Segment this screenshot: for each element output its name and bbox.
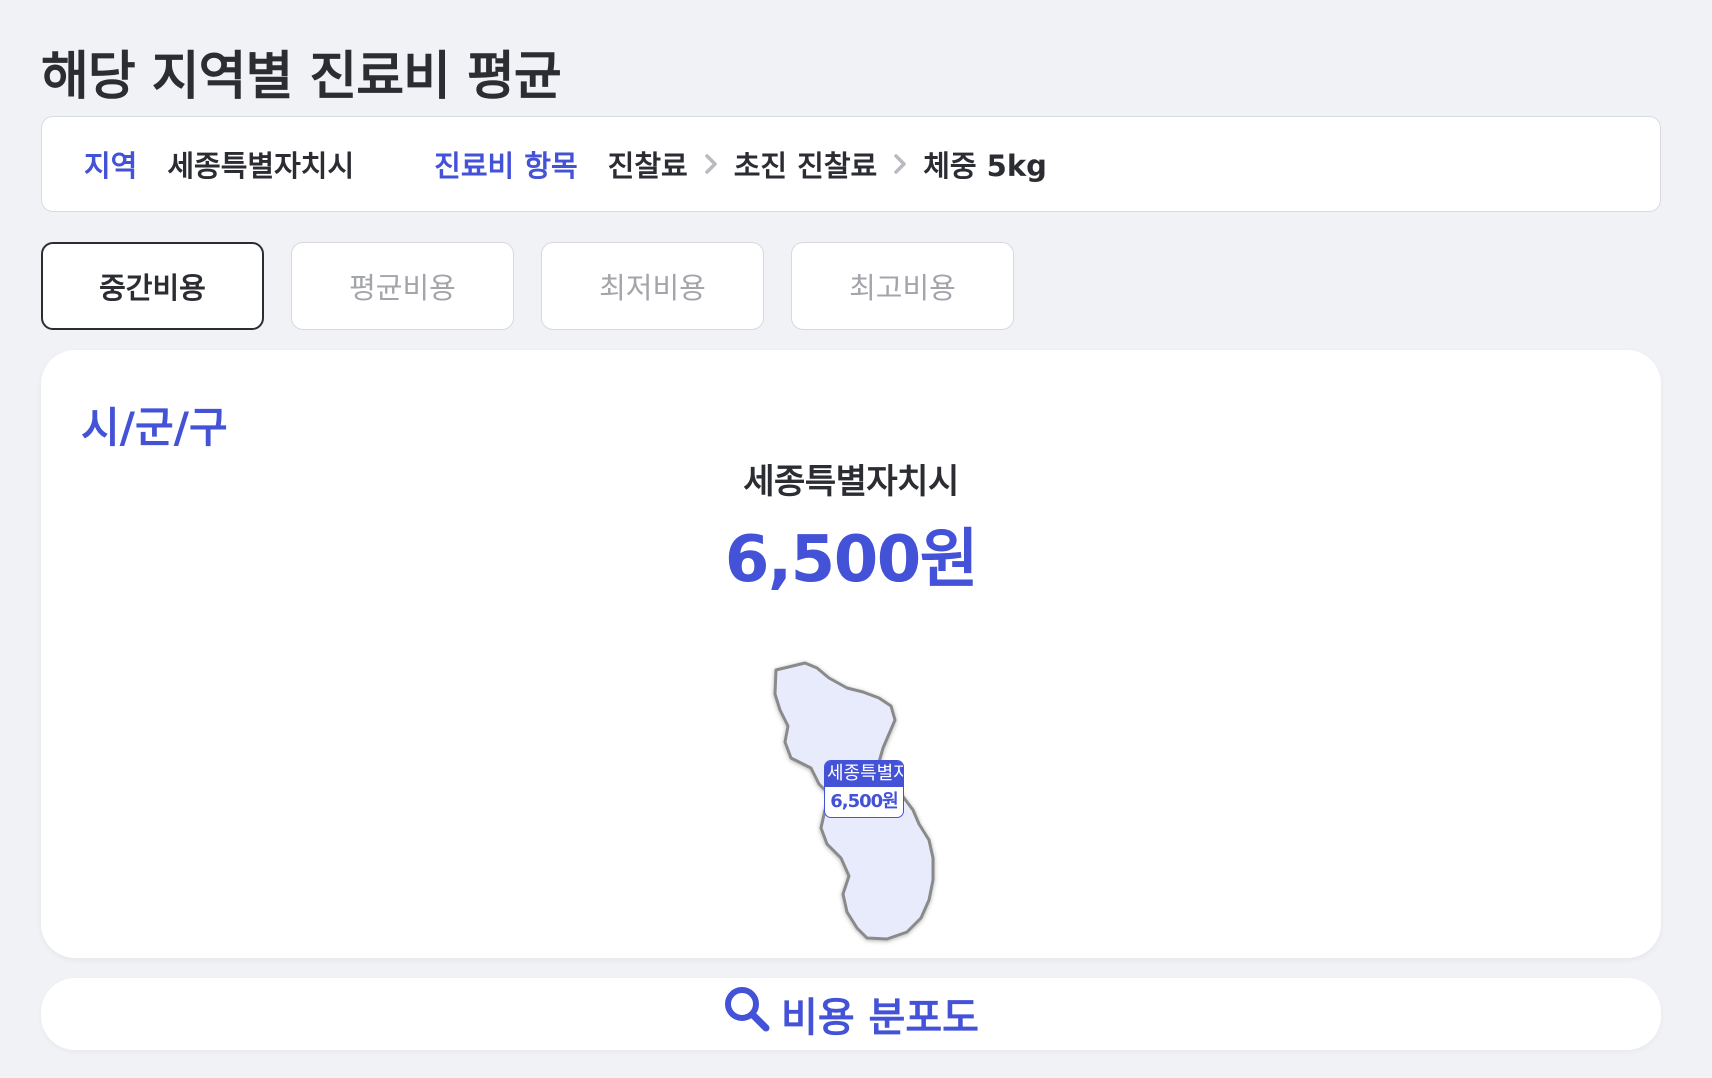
map-label-price: 6,500원 bbox=[830, 791, 899, 812]
search-icon bbox=[723, 985, 771, 1043]
page-title: 해당 지역별 진료비 평균 bbox=[41, 47, 562, 107]
breadcrumb-category[interactable]: 진찰료 bbox=[608, 143, 688, 185]
region-filter-label: 지역 bbox=[84, 149, 138, 183]
item-filter-label: 진료비 항목 bbox=[434, 149, 578, 183]
map-region-label[interactable]: 세종특별자치시 6,500원 bbox=[824, 760, 904, 818]
chevron-right-icon bbox=[704, 153, 718, 175]
tab-average-cost[interactable]: 평균비용 bbox=[291, 242, 514, 330]
filter-bar: 지역 세종특별자치시 진료비 항목 진찰료 초진 진찰료 체중 5kg bbox=[41, 116, 1661, 212]
cost-type-tabs: 중간비용 평균비용 최저비용 최고비용 bbox=[41, 242, 1014, 330]
tab-minimum-cost[interactable]: 최저비용 bbox=[541, 242, 764, 330]
map-card: 시/군/구 세종특별자치시 6,500원 세종특별자치시 6,500원 bbox=[41, 350, 1661, 958]
tab-median-cost[interactable]: 중간비용 bbox=[41, 242, 264, 330]
breadcrumb-weight[interactable]: 체중 5kg bbox=[923, 143, 1047, 185]
page: 해당 지역별 진료비 평균 지역 세종특별자치시 진료비 항목 진찰료 초진 진… bbox=[0, 0, 1712, 1078]
chevron-right-icon bbox=[893, 153, 907, 175]
tab-maximum-cost[interactable]: 최고비용 bbox=[791, 242, 1014, 330]
region-filter-value[interactable]: 세종특별자치시 bbox=[167, 143, 354, 185]
cost-distribution-button[interactable]: 비용 분포도 bbox=[41, 978, 1661, 1050]
breadcrumb-subcategory[interactable]: 초진 진찰료 bbox=[734, 143, 878, 185]
map-label-region-name: 세종특별자치시 bbox=[825, 761, 903, 787]
cost-distribution-label: 비용 분포도 bbox=[781, 995, 979, 1041]
region-map bbox=[773, 661, 935, 941]
